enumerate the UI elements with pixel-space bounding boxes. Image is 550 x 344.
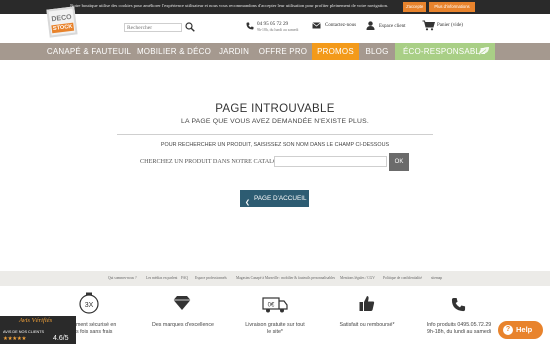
home-page-button-label: PAGE D'ACCUEIL [254, 195, 307, 202]
cookie-more-info-button[interactable]: Plus d'informations [429, 2, 475, 12]
feature-brands-line1: Des marques d'excellence [152, 322, 214, 328]
footer-link-privacy[interactable]: Politique de confidentialité [383, 276, 422, 280]
feature-secure-payment-line2: us fois sans frais [73, 329, 113, 335]
footer-link-press[interactable]: Les médias en parlent [146, 276, 177, 280]
page-subtitle: LA PAGE QUE VOUS AVEZ DEMANDÉE N'EXISTE … [181, 118, 369, 125]
user-icon[interactable] [366, 21, 375, 30]
header-search-input[interactable] [124, 23, 182, 32]
cookie-accept-button[interactable]: J'accepte [403, 2, 426, 12]
search-icon[interactable] [185, 22, 195, 32]
footer-link-professionals[interactable]: Espace professionnels [195, 276, 227, 280]
nav-item-mobilier-deco[interactable]: MOBILIER & DÉCO [136, 43, 212, 60]
quality-diamond-icon [173, 296, 191, 310]
nav-item-blog[interactable]: BLOG [361, 43, 393, 60]
feature-free-delivery-line1: Livraison gratuite sur tout [245, 322, 305, 328]
phone-icon [246, 22, 254, 30]
help-button-label: Help [516, 325, 533, 334]
feature-product-info-line2: 9h-18h, du lundi au samedi [427, 329, 491, 335]
mail-icon[interactable] [312, 22, 321, 29]
cart-icon[interactable] [422, 20, 435, 31]
feature-secure-payment: ement sécurisé en us fois sans frais [73, 322, 128, 336]
cart-link[interactable]: Panier (vide) [437, 23, 463, 28]
footer-links-bar: Qui sommes-nous ? Les médias en parlent … [0, 271, 550, 286]
verified-reviews-badge[interactable]: Avis Vérifiés AVIS DE NOS CLIENTS ★★★★★ … [0, 316, 76, 344]
contact-link[interactable]: Contactez-nous [325, 23, 356, 28]
home-page-button[interactable]: ❮ PAGE D'ACCUEIL [240, 190, 309, 207]
footer-link-about[interactable]: Qui sommes-nous ? [108, 276, 137, 280]
review-stars-icon: ★★★★★ [3, 336, 27, 342]
footer-link-faq[interactable]: FAQ [181, 276, 188, 280]
header-phone-number[interactable]: 04 95 05 72 29 [257, 21, 288, 27]
cookie-message: Notre boutique utilise des cookies pour … [70, 3, 389, 8]
secure-payment-3x-icon: 3X [79, 292, 99, 314]
account-link[interactable]: Espace client [379, 24, 406, 29]
nav-item-canape-fauteuil[interactable]: CANAPÉ & FAUTEUIL [44, 43, 134, 60]
site-logo[interactable]: DECO STOCK [46, 6, 78, 38]
free-delivery-truck-icon: 0€ [262, 297, 288, 313]
nav-item-promos[interactable]: PROMOS [312, 43, 359, 60]
help-button[interactable]: ? Help [498, 321, 543, 339]
chevron-left-icon: ❮ [245, 200, 251, 206]
catalog-search-ok-button[interactable]: OK [389, 153, 409, 171]
page-title: PAGE INTROUVABLE [215, 103, 335, 115]
content-divider [117, 134, 433, 135]
logo-text-stock: STOCK [51, 22, 75, 34]
feature-secure-payment-line1: ement sécurisé en [73, 322, 117, 328]
satisfaction-thumb-icon [359, 296, 375, 311]
review-caption: AVIS DE NOS CLIENTS [3, 330, 45, 334]
feature-product-info: Info produits 0495.05.72.29 9h-18h, du l… [418, 322, 500, 336]
feature-free-delivery-line2: le site* [267, 329, 283, 335]
feature-satisfaction-line1: Satisfait ou remboursé* [339, 322, 395, 328]
cookie-bar: Notre boutique utilise des cookies pour … [0, 0, 550, 14]
nav-item-jardin[interactable]: JARDIN [214, 43, 254, 60]
catalog-search-label: CHERCHEZ UN PRODUIT DANS NOTRE CATALOGUE… [140, 158, 294, 165]
review-score: 4.6/5 [53, 335, 69, 342]
footer-link-sitemap[interactable]: sitemap [431, 276, 442, 280]
delivery-badge-text: 0€ [268, 303, 275, 309]
review-brand-name: Avis Vérifiés [19, 317, 53, 324]
feature-product-info-line1: Info produits 0495.05.72.29 [426, 322, 492, 328]
feature-free-delivery: Livraison gratuite sur tout le site* [235, 322, 315, 336]
payment-badge-text: 3X [85, 302, 94, 309]
feature-satisfaction: Satisfait ou remboursé* [327, 322, 407, 329]
catalog-search-input[interactable] [274, 156, 387, 167]
search-hint: POUR RECHERCHER UN PRODUIT, SAISISSEZ SO… [160, 142, 390, 148]
footer-link-legal[interactable]: Mentions légales / CGV [340, 276, 375, 280]
footer-phone-icon [451, 297, 466, 312]
feature-brands: Des marques d'excellence [143, 322, 223, 329]
footer-link-stores[interactable]: Magasins Canapé à Marseille : mobilier &… [236, 276, 335, 280]
leaf-icon [479, 47, 489, 55]
nav-item-offre-pro[interactable]: OFFRE PRO [256, 43, 310, 60]
header-phone-hours: 9h-18h, du lundi au samedi [257, 28, 299, 32]
help-question-icon: ? [503, 325, 513, 335]
main-navigation: CANAPÉ & FAUTEUIL MOBILIER & DÉCO JARDIN… [0, 43, 550, 60]
